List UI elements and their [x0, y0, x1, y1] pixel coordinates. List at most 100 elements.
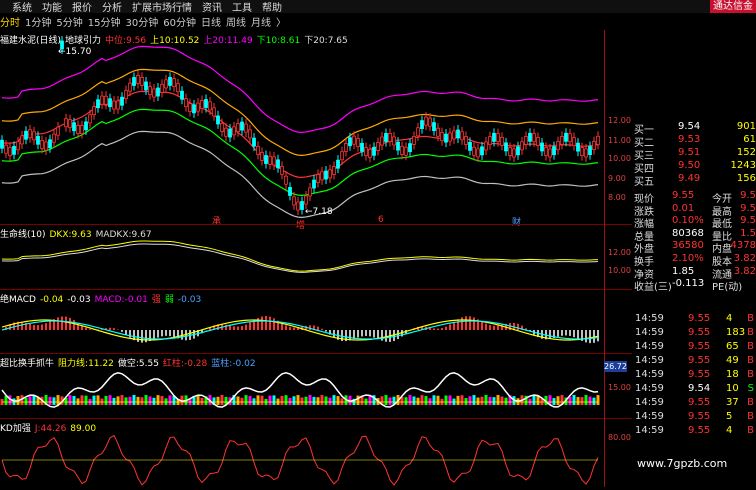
candle-body[interactable] — [516, 146, 520, 156]
candle-body[interactable] — [104, 95, 108, 105]
period-tab[interactable]: 周线 — [226, 14, 246, 29]
candle-body[interactable] — [116, 100, 120, 110]
candle-body[interactable] — [444, 133, 448, 143]
candle-body[interactable] — [72, 122, 76, 132]
candle-body[interactable] — [428, 117, 432, 127]
candle-body[interactable] — [212, 107, 216, 117]
period-tab[interactable]: 60分钟 — [163, 14, 196, 29]
candle-body[interactable] — [296, 201, 300, 211]
candle-body[interactable] — [44, 141, 48, 151]
candle-body[interactable] — [52, 133, 56, 143]
menu-item[interactable]: 帮助 — [262, 0, 282, 14]
candle-body[interactable] — [80, 125, 84, 135]
candle-body[interactable] — [248, 129, 252, 139]
candle-body[interactable] — [560, 136, 564, 145]
candle-body[interactable] — [12, 145, 16, 155]
candle-body[interactable] — [468, 141, 472, 151]
period-tab[interactable]: 日线 — [201, 14, 221, 29]
candle-body[interactable] — [36, 135, 40, 145]
candle-body[interactable] — [424, 116, 428, 126]
candle-body[interactable] — [420, 120, 424, 130]
candle-body[interactable] — [304, 195, 308, 205]
candle-body[interactable] — [300, 201, 304, 210]
candle-body[interactable] — [316, 174, 320, 183]
candle-body[interactable] — [128, 82, 132, 92]
candle-body[interactable] — [8, 147, 12, 157]
candle-body[interactable] — [272, 156, 276, 166]
candle-body[interactable] — [480, 146, 484, 156]
candle-body[interactable] — [280, 165, 284, 175]
candle-body[interactable] — [572, 137, 576, 147]
candle-body[interactable] — [208, 101, 212, 111]
candle-body[interactable] — [584, 148, 588, 158]
candle-body[interactable] — [268, 155, 272, 165]
menu-item[interactable]: 功能 — [42, 0, 62, 14]
candle-body[interactable] — [472, 146, 476, 156]
candle-body[interactable] — [532, 133, 536, 143]
candle-body[interactable] — [568, 133, 572, 143]
candle-body[interactable] — [328, 169, 332, 179]
candle-body[interactable] — [352, 135, 356, 145]
candle-body[interactable] — [440, 132, 444, 141]
candle-body[interactable] — [408, 143, 412, 153]
candle-body[interactable] — [332, 166, 336, 175]
candle-body[interactable] — [24, 130, 28, 140]
candle-body[interactable] — [284, 175, 288, 185]
period-tab[interactable]: 30分钟 — [125, 14, 158, 29]
candle-body[interactable] — [124, 90, 128, 100]
candle-body[interactable] — [120, 96, 124, 106]
candle-body[interactable] — [376, 142, 380, 151]
candle-body[interactable] — [188, 103, 192, 112]
candle-body[interactable] — [216, 115, 220, 125]
candle-body[interactable] — [412, 136, 416, 145]
candle-body[interactable] — [28, 129, 32, 139]
candle-body[interactable] — [196, 102, 200, 112]
candle-body[interactable] — [140, 77, 144, 86]
candle-body[interactable] — [536, 137, 540, 146]
candle-body[interactable] — [228, 128, 232, 138]
candle-body[interactable] — [548, 148, 552, 158]
candle-body[interactable] — [108, 98, 112, 108]
candle-body[interactable] — [68, 119, 72, 129]
candle-body[interactable] — [56, 126, 60, 136]
candle-body[interactable] — [340, 151, 344, 161]
candle-body[interactable] — [232, 126, 236, 136]
candle-body[interactable] — [252, 137, 256, 147]
candle-body[interactable] — [348, 137, 352, 147]
candle-body[interactable] — [544, 147, 548, 156]
candle-body[interactable] — [220, 123, 224, 132]
candle-body[interactable] — [392, 136, 396, 146]
period-tab[interactable]: 月线 — [251, 14, 271, 29]
candle-body[interactable] — [136, 75, 140, 84]
candle-body[interactable] — [240, 121, 244, 131]
menu-item[interactable]: 扩展市场行情 — [132, 0, 192, 14]
candle-body[interactable] — [588, 146, 592, 155]
menu-item[interactable]: 工具 — [232, 0, 252, 14]
candle-body[interactable] — [364, 147, 368, 157]
menu-item[interactable]: 分析 — [102, 0, 122, 14]
candle-body[interactable] — [288, 187, 292, 196]
candle-body[interactable] — [372, 146, 376, 156]
candle-body[interactable] — [356, 138, 360, 148]
menu-item[interactable]: 报价 — [72, 0, 92, 14]
candle-body[interactable] — [292, 196, 296, 206]
candle-body[interactable] — [476, 148, 480, 158]
candle-body[interactable] — [360, 142, 364, 152]
candle-body[interactable] — [512, 148, 516, 158]
candle-body[interactable] — [464, 136, 468, 145]
candle-body[interactable] — [112, 100, 116, 110]
candle-body[interactable] — [160, 83, 164, 93]
candle-body[interactable] — [88, 114, 92, 124]
event-marker-4[interactable]: 财 — [512, 215, 521, 228]
candle-body[interactable] — [448, 132, 452, 142]
candle-body[interactable] — [176, 83, 180, 93]
candle-body[interactable] — [500, 137, 504, 146]
candle-body[interactable] — [100, 95, 104, 105]
candle-body[interactable] — [0, 139, 4, 149]
candle-body[interactable] — [596, 135, 600, 145]
candle-body[interactable] — [592, 141, 596, 150]
candle-body[interactable] — [384, 133, 388, 142]
candle-body[interactable] — [308, 187, 312, 197]
candle-body[interactable] — [396, 141, 400, 151]
candle-body[interactable] — [580, 147, 584, 156]
